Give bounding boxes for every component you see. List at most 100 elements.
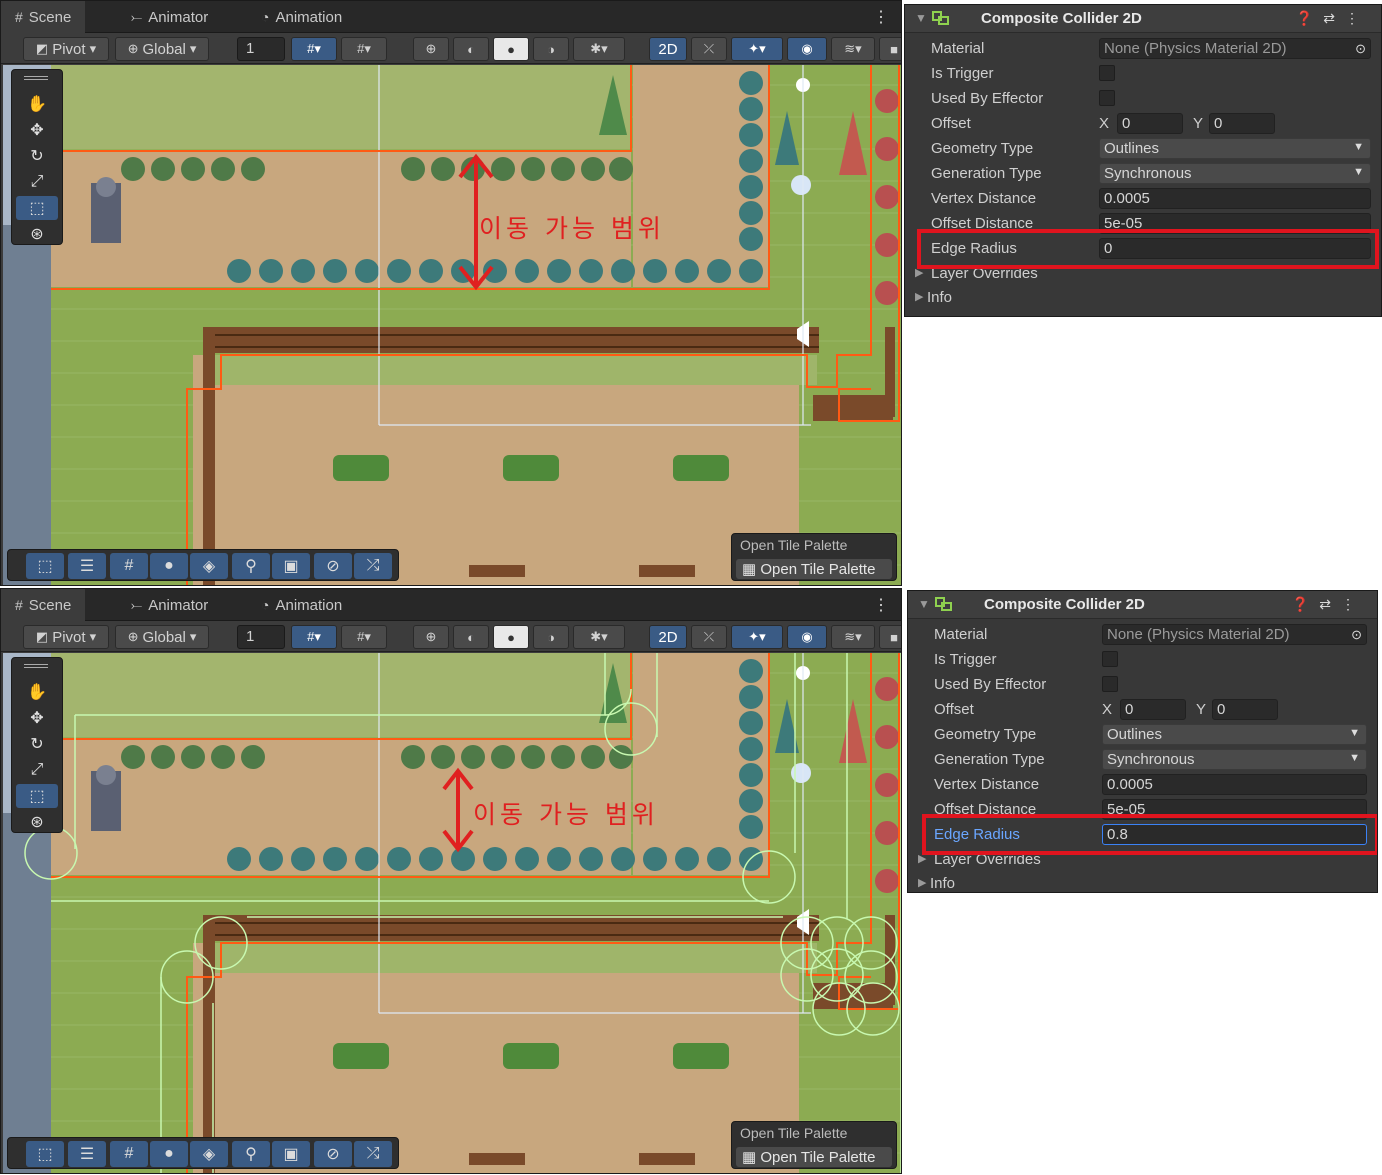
is-trigger-checkbox[interactable] <box>1102 651 1118 667</box>
scene-view[interactable]: 이동 가능 범위 ✋ ✥ ↻ ⤢ ⬚ ⊛ ⬚ ☰ # ● ◈ ⚲ ▣ ⊘ ⤮ O… <box>3 65 901 585</box>
generation-type-dropdown[interactable]: Synchronous ▼ <box>1099 163 1371 184</box>
move-tool[interactable]: ✥ <box>16 706 58 730</box>
offset-y-field[interactable]: 0 <box>1212 699 1278 720</box>
unlit-button[interactable]: ◑ <box>533 625 569 649</box>
vertex-distance-field[interactable]: 0.0005 <box>1099 188 1371 209</box>
rect-select-button[interactable]: ⬚ <box>26 553 64 579</box>
rect-tool[interactable]: ⬚ <box>16 784 58 808</box>
camera-button[interactable]: ■ <box>879 37 901 61</box>
scale-tool[interactable]: ⤢ <box>16 758 58 782</box>
more-icon[interactable]: ⋮ <box>873 595 889 615</box>
tile-button[interactable]: ◈ <box>190 553 228 579</box>
rect-select-button[interactable]: ⬚ <box>26 1141 64 1167</box>
visibility-toggle[interactable]: ◉ <box>787 37 827 61</box>
offset-y-field[interactable]: 0 <box>1209 113 1275 134</box>
pivot-dropdown[interactable]: ◩ Pivot ▾ <box>23 37 109 61</box>
more-icon[interactable]: ⋮ <box>1345 10 1369 26</box>
shaded-button[interactable]: ● <box>493 37 529 61</box>
align-button[interactable]: ☰ <box>68 1141 106 1167</box>
search-button[interactable]: ⚲ <box>232 1141 270 1167</box>
compass-button[interactable]: ⊘ <box>314 1141 352 1167</box>
effects-dropdown[interactable]: ✦▾ <box>731 37 783 61</box>
layers-dropdown[interactable]: ≋▾ <box>831 625 875 649</box>
circle-button[interactable]: ● <box>150 553 188 579</box>
component-header[interactable]: ▼ Composite Collider 2D ❓⇄⋮ <box>905 5 1381 33</box>
layers-dropdown[interactable]: ≋▾ <box>831 37 875 61</box>
tab-animator[interactable]: ⤚ Animator <box>117 589 222 621</box>
is-trigger-checkbox[interactable] <box>1099 65 1115 81</box>
compass-button[interactable]: ⊘ <box>314 553 352 579</box>
tab-animation[interactable]: ◔ Animation <box>247 589 356 621</box>
camera-button[interactable]: ▣ <box>272 1141 310 1167</box>
rotate-tool[interactable]: ↻ <box>16 732 58 756</box>
expand-arrow-icon[interactable]: ▶ <box>918 876 926 889</box>
lighting-toggle[interactable]: ⤫ <box>691 37 727 61</box>
tab-animator[interactable]: ⤚ Animator <box>117 1 222 33</box>
hand-tool[interactable]: ✋ <box>16 92 58 116</box>
more-icon[interactable]: ⋮ <box>1341 596 1365 612</box>
material-field[interactable]: None (Physics Material 2D) ⊙ <box>1102 624 1367 645</box>
grid-size-field[interactable]: 1 <box>237 625 285 649</box>
toggle-2d-button[interactable]: 2D <box>649 37 687 61</box>
rotate-tool[interactable]: ↻ <box>16 144 58 168</box>
wireframe-button[interactable]: ⊕ <box>413 625 449 649</box>
tab-scene[interactable]: # Scene <box>1 1 86 33</box>
collapse-triangle-icon[interactable]: ▼ <box>918 597 930 611</box>
offset-x-field[interactable]: 0 <box>1117 113 1183 134</box>
material-field[interactable]: None (Physics Material 2D) ⊙ <box>1099 38 1371 59</box>
info-row[interactable]: ▶ Info <box>908 871 1377 892</box>
shaded-wire-button[interactable]: ◐ <box>453 37 489 61</box>
grid-snap-button[interactable]: #▾ <box>291 625 337 649</box>
circle-button[interactable]: ● <box>150 1141 188 1167</box>
increment-snap-button[interactable]: #▾ <box>341 37 387 61</box>
drag-handle-icon[interactable] <box>24 76 48 80</box>
hand-tool[interactable]: ✋ <box>16 680 58 704</box>
vertex-distance-field[interactable]: 0.0005 <box>1102 774 1367 795</box>
scene-view[interactable]: 이동 가능 범위 ✋ ✥ ↻ ⤢ ⬚ ⊛ ⬚ ☰ # ● ◈ ⚲ ▣ ⊘ ⤮ O… <box>3 653 901 1173</box>
open-tile-palette-button[interactable]: ▦ Open Tile Palette <box>736 1147 892 1167</box>
expand-arrow-icon[interactable]: ▶ <box>915 290 923 303</box>
preset-icon[interactable]: ⇄ <box>1323 10 1345 26</box>
visibility-toggle[interactable]: ◉ <box>787 625 827 649</box>
search-button[interactable]: ⚲ <box>232 553 270 579</box>
unlit-button[interactable]: ◑ <box>533 37 569 61</box>
geometry-type-dropdown[interactable]: Outlines ▼ <box>1102 724 1367 745</box>
help-icon[interactable]: ❓ <box>1292 596 1319 612</box>
offset-x-field[interactable]: 0 <box>1120 699 1186 720</box>
debug-draw-dropdown[interactable]: ✱▾ <box>573 37 625 61</box>
open-tile-palette-button[interactable]: ▦ Open Tile Palette <box>736 559 892 579</box>
pivot-dropdown[interactable]: ◩ Pivot ▾ <box>23 625 109 649</box>
transform-tool[interactable]: ⊛ <box>16 810 58 834</box>
shuffle-button[interactable]: ⤮ <box>354 553 392 579</box>
move-tool[interactable]: ✥ <box>16 118 58 142</box>
grid-button[interactable]: # <box>110 1141 148 1167</box>
used-by-effector-checkbox[interactable] <box>1102 676 1118 692</box>
rect-tool[interactable]: ⬚ <box>16 196 58 220</box>
shaded-wire-button[interactable]: ◐ <box>453 625 489 649</box>
geometry-type-dropdown[interactable]: Outlines ▼ <box>1099 138 1371 159</box>
effects-dropdown[interactable]: ✦▾ <box>731 625 783 649</box>
debug-draw-dropdown[interactable]: ✱▾ <box>573 625 625 649</box>
toggle-2d-button[interactable]: 2D <box>649 625 687 649</box>
preset-icon[interactable]: ⇄ <box>1319 596 1341 612</box>
tab-animation[interactable]: ◔ Animation <box>247 1 356 33</box>
wireframe-button[interactable]: ⊕ <box>413 37 449 61</box>
lighting-toggle[interactable]: ⤫ <box>691 625 727 649</box>
used-by-effector-checkbox[interactable] <box>1099 90 1115 106</box>
object-picker-icon[interactable]: ⊙ <box>1351 627 1362 643</box>
grid-button[interactable]: # <box>110 553 148 579</box>
collapse-triangle-icon[interactable]: ▼ <box>915 11 927 25</box>
tab-scene[interactable]: # Scene <box>1 589 86 621</box>
generation-type-dropdown[interactable]: Synchronous ▼ <box>1102 749 1367 770</box>
align-button[interactable]: ☰ <box>68 553 106 579</box>
info-row[interactable]: ▶ Info <box>905 285 1381 310</box>
transform-tool[interactable]: ⊛ <box>16 222 58 246</box>
shuffle-button[interactable]: ⤮ <box>354 1141 392 1167</box>
component-header[interactable]: ▼ Composite Collider 2D ❓⇄⋮ <box>908 591 1377 619</box>
camera-button[interactable]: ■ <box>879 625 901 649</box>
shaded-button[interactable]: ● <box>493 625 529 649</box>
grid-snap-button[interactable]: #▾ <box>291 37 337 61</box>
increment-snap-button[interactable]: #▾ <box>341 625 387 649</box>
global-dropdown[interactable]: ⊕ Global ▾ <box>115 37 209 61</box>
drag-handle-icon[interactable] <box>24 664 48 668</box>
